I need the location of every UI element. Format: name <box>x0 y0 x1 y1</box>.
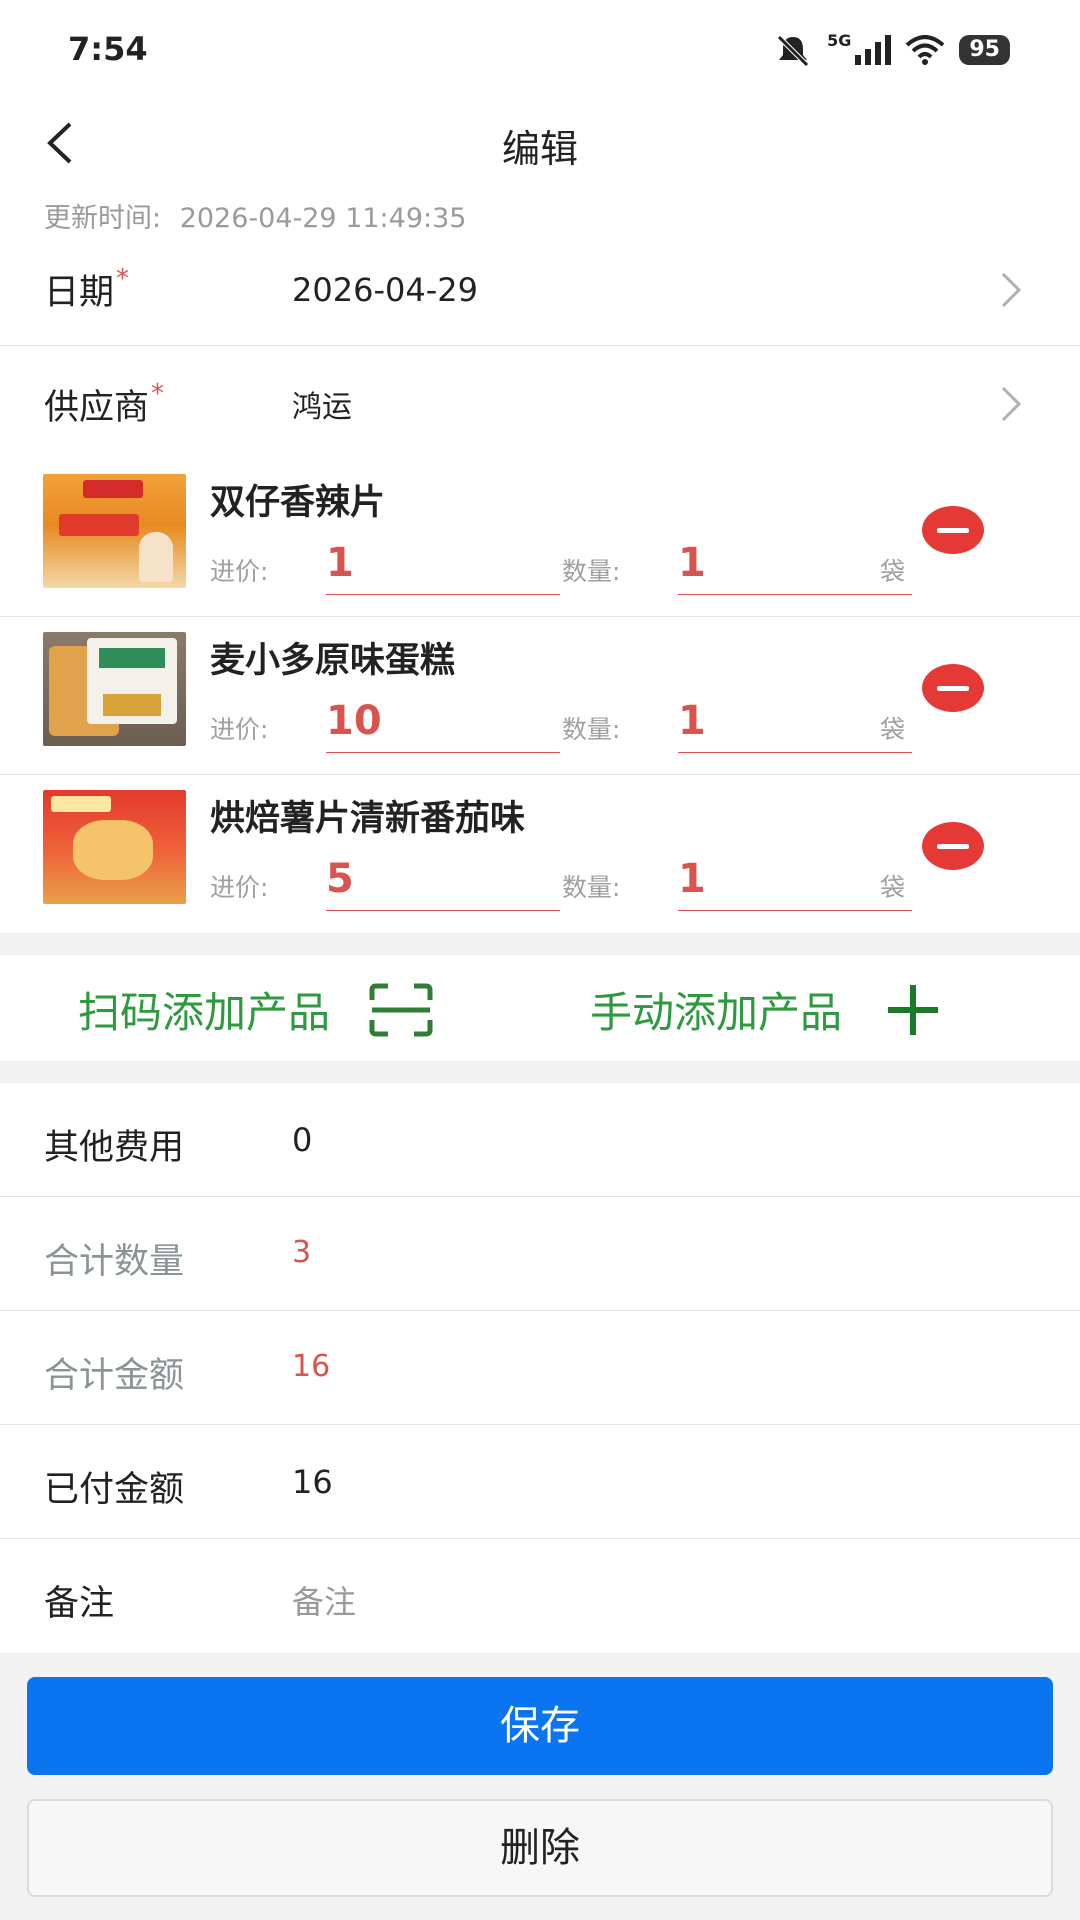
qty-underline <box>678 910 912 911</box>
price-underline <box>326 752 560 753</box>
other-fee-input[interactable]: 0 <box>292 1121 312 1159</box>
remark-input[interactable]: 备注 <box>292 1577 356 1623</box>
section-divider <box>0 1061 1080 1083</box>
price-label: 进价: <box>210 715 269 744</box>
total-qty-label: 合计数量 <box>44 1242 185 1282</box>
scan-add-button[interactable]: 扫码添加产品 <box>78 979 434 1040</box>
unit-label: 袋 <box>880 557 906 586</box>
remove-product-button[interactable] <box>922 506 984 554</box>
total-qty-row: 合计数量 3 <box>0 1197 1080 1311</box>
remark-label: 备注 <box>44 1584 115 1624</box>
scan-icon <box>369 983 433 1036</box>
remove-product-button[interactable] <box>922 664 984 712</box>
product-item: 烘焙薯片清新番茄味 进价: 5 数量: 1 袋 <box>0 776 1080 933</box>
remark-row[interactable]: 备注 备注 <box>0 1539 1080 1653</box>
price-input[interactable]: 10 <box>326 698 382 744</box>
date-value: 2026-04-29 <box>292 270 478 309</box>
product-image <box>43 632 186 746</box>
supplier-label: 供应商* <box>44 378 165 428</box>
update-time-value: 2026-04-29 11:49:35 <box>179 203 467 234</box>
add-product-bar: 扫码添加产品 手动添加产品 <box>0 955 1080 1061</box>
qty-input[interactable]: 1 <box>678 540 706 586</box>
wifi-icon <box>906 35 945 65</box>
other-fee-label: 其他费用 <box>44 1128 185 1168</box>
total-amount-row: 合计金额 16 <box>0 1311 1080 1425</box>
mute-icon <box>777 35 809 67</box>
total-qty-value: 3 <box>292 1235 312 1270</box>
status-icons: 5G 95 <box>773 30 1010 70</box>
price-underline <box>326 910 560 911</box>
price-label: 进价: <box>210 557 269 586</box>
other-fee-row[interactable]: 其他费用 0 <box>0 1083 1080 1197</box>
price-input[interactable]: 1 <box>326 540 354 586</box>
product-name: 双仔香辣片 <box>210 483 386 523</box>
supplier-value: 鸿运 <box>292 390 352 425</box>
battery-indicator: 95 <box>959 35 1010 65</box>
product-name: 麦小多原味蛋糕 <box>210 641 456 681</box>
product-image <box>43 790 186 904</box>
page-title: 编辑 <box>501 127 578 171</box>
total-amount-value: 16 <box>292 1349 331 1384</box>
qty-underline <box>678 752 912 753</box>
product-item: 麦小多原味蛋糕 进价: 10 数量: 1 袋 <box>0 618 1080 775</box>
save-button[interactable]: 保存 <box>27 1677 1053 1775</box>
price-input[interactable]: 5 <box>326 856 354 902</box>
qty-label: 数量: <box>562 873 621 902</box>
product-image <box>43 474 186 588</box>
date-label: 日期* <box>44 264 130 313</box>
product-item: 双仔香辣片 进价: 1 数量: 1 袋 <box>0 460 1080 617</box>
chevron-right-icon <box>1001 272 1022 307</box>
qty-label: 数量: <box>562 715 621 744</box>
paid-amount-row[interactable]: 已付金额 16 <box>0 1425 1080 1539</box>
paid-amount-input[interactable]: 16 <box>292 1463 333 1501</box>
product-name: 烘焙薯片清新番茄味 <box>210 799 526 839</box>
scan-add-label: 扫码添加产品 <box>78 988 331 1037</box>
chevron-right-icon <box>1001 386 1022 422</box>
price-underline <box>326 594 560 595</box>
paid-amount-label: 已付金额 <box>44 1470 185 1510</box>
remove-product-button[interactable] <box>922 822 984 870</box>
unit-label: 袋 <box>880 715 906 744</box>
update-time: 更新时间: 2026-04-29 11:49:35 <box>44 196 466 235</box>
qty-label: 数量: <box>562 557 621 586</box>
plus-icon <box>888 984 939 1035</box>
price-label: 进价: <box>210 873 269 902</box>
network-type: 5G <box>827 30 852 50</box>
supplier-row[interactable]: 供应商* 鸿运 <box>0 348 1080 460</box>
section-divider <box>0 933 1080 955</box>
unit-label: 袋 <box>880 873 906 902</box>
signal-icon <box>855 35 892 65</box>
update-time-label: 更新时间: <box>44 203 162 234</box>
manual-add-label: 手动添加产品 <box>590 988 843 1037</box>
qty-input[interactable]: 1 <box>678 698 706 744</box>
manual-add-button[interactable]: 手动添加产品 <box>590 979 942 1040</box>
status-time: 7:54 <box>68 30 148 68</box>
qty-underline <box>678 594 912 595</box>
total-amount-label: 合计金额 <box>44 1356 185 1396</box>
delete-button[interactable]: 删除 <box>27 1799 1053 1897</box>
date-row[interactable]: 日期* 2026-04-29 <box>0 234 1080 346</box>
qty-input[interactable]: 1 <box>678 856 706 902</box>
